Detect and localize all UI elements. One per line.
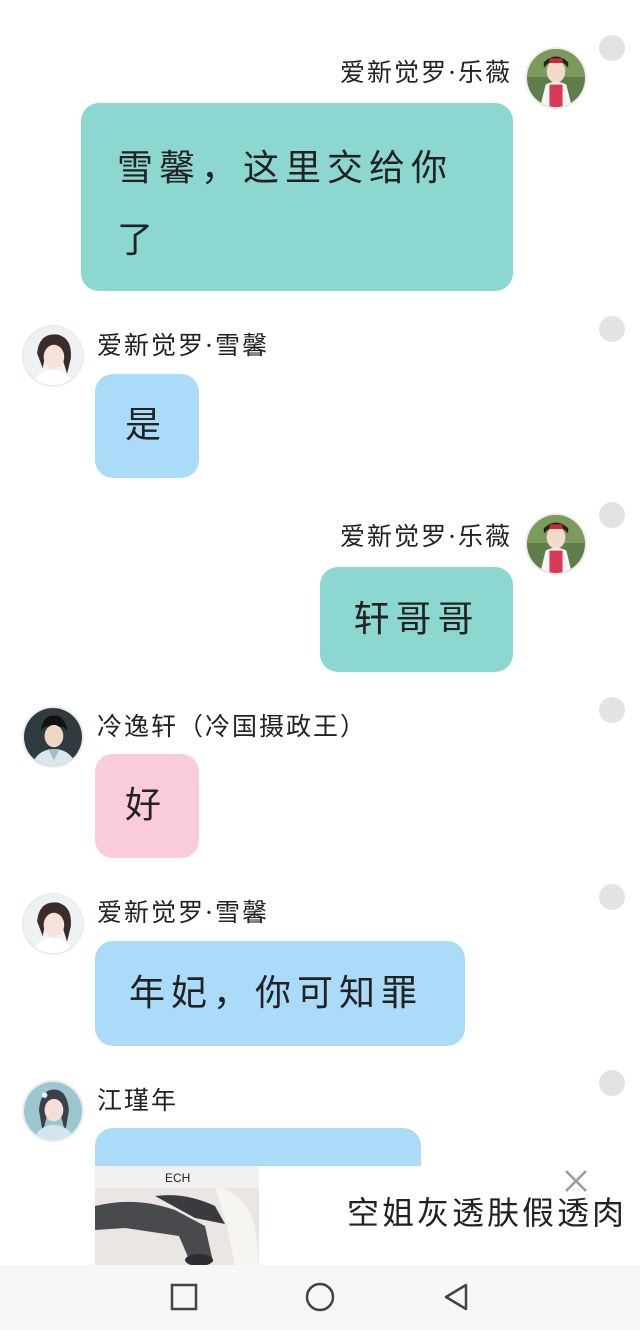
sender-name: 爱新觉罗·雪馨: [97, 331, 269, 360]
ad-banner[interactable]: ECH 空姐灰透肤假透肉: [95, 1166, 640, 1265]
avatar-lewei[interactable]: [525, 513, 587, 575]
avatar-lengyixuan[interactable]: [22, 706, 84, 768]
status-dot: [599, 884, 625, 910]
status-dot: [599, 316, 625, 342]
square-icon[interactable]: [168, 1281, 200, 1313]
avatar-lewei[interactable]: [525, 47, 587, 109]
message-bubble[interactable]: 年妃，你可知罪: [95, 941, 465, 1046]
sender-name: 江瑾年: [97, 1086, 179, 1115]
status-dot: [599, 1070, 625, 1096]
message-bubble[interactable]: 好: [95, 754, 199, 858]
avatar-jiangjinnian[interactable]: [22, 1080, 84, 1142]
chat-list[interactable]: 爱新觉罗·乐薇 雪馨，这里交给你了 爱新觉罗·雪馨 是 爱新觉罗·乐薇 轩哥哥 …: [0, 0, 640, 1265]
sender-name: 爱新觉罗·乐薇: [340, 58, 512, 87]
stockings-product-photo[interactable]: ECH: [95, 1166, 259, 1265]
sender-name: 冷逸轩（冷国摄政王）: [97, 712, 368, 741]
close-icon[interactable]: [561, 1166, 591, 1196]
sender-name: 爱新觉罗·乐薇: [340, 522, 512, 551]
avatar-xuexin[interactable]: [22, 325, 84, 387]
circle-icon[interactable]: [304, 1281, 336, 1313]
triangle-back-icon[interactable]: [440, 1281, 472, 1313]
status-dot: [599, 502, 625, 528]
message-bubble[interactable]: 雪馨，这里交给你了: [81, 103, 513, 291]
system-navbar: [0, 1265, 640, 1330]
status-dot: [599, 697, 625, 723]
message-bubble[interactable]: 轩哥哥: [320, 567, 513, 672]
message-bubble[interactable]: 是: [95, 374, 199, 478]
status-dot: [599, 35, 625, 61]
avatar-xuexin[interactable]: [22, 893, 84, 955]
svg-text:ECH: ECH: [165, 1171, 190, 1185]
sender-name: 爱新觉罗·雪馨: [97, 898, 269, 927]
